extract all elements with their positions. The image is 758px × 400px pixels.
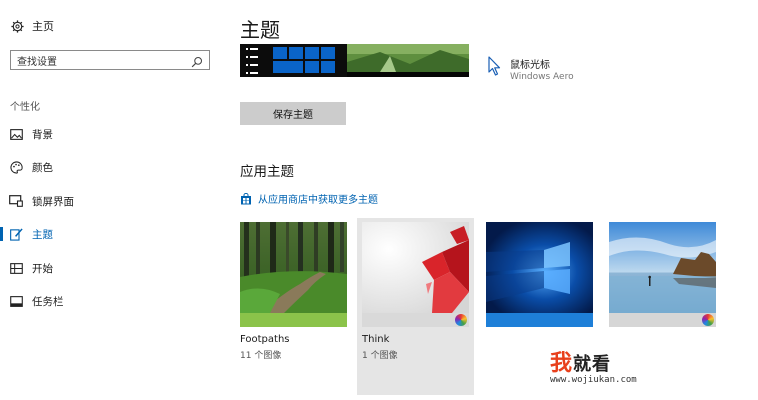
sidebar-item-start[interactable]: 开始 xyxy=(0,257,220,279)
watermark-text: 就看 xyxy=(573,354,612,375)
current-theme-preview[interactable] xyxy=(240,44,469,77)
sidebar-item-lock-screen[interactable]: 锁屏界面 xyxy=(0,190,220,212)
search-input[interactable]: 查找设置 xyxy=(10,50,210,70)
theme-tile-beach[interactable] xyxy=(609,222,716,334)
theme-name: Think xyxy=(362,334,390,345)
store-link-label: 从应用商店中获取更多主题 xyxy=(258,195,378,206)
sidebar-item-colors[interactable]: 颜色 xyxy=(0,156,220,178)
sidebar-item-label: 锁屏界面 xyxy=(32,195,74,208)
mouse-cursor-setting[interactable]: 鼠标光标 Windows Aero xyxy=(488,56,574,82)
watermark-url: www.wojiukan.com xyxy=(550,375,637,385)
theme-accent-bar xyxy=(240,313,347,327)
sidebar-item-label: 任务栏 xyxy=(32,295,64,308)
apply-theme-heading: 应用主题 xyxy=(240,164,294,180)
theme-accent-bar xyxy=(609,313,716,327)
theme-image-count: 1 个图像 xyxy=(362,351,398,361)
theme-tile-footpaths[interactable]: Footpaths 11 个图像 xyxy=(240,222,347,361)
theme-accent-bar xyxy=(362,313,469,327)
cursor-value: Windows Aero xyxy=(510,72,574,82)
theme-thumbnail xyxy=(362,222,469,313)
palette-icon xyxy=(9,160,23,174)
theme-image-count: 11 个图像 xyxy=(240,351,282,361)
theme-thumbnail xyxy=(486,222,593,313)
theme-brush-icon xyxy=(9,227,23,241)
sidebar-item-taskbar[interactable]: 任务栏 xyxy=(0,290,220,312)
store-bag-icon xyxy=(240,192,252,205)
section-personalization: 个性化 xyxy=(10,102,40,113)
lock-screen-icon xyxy=(9,194,23,208)
gear-icon xyxy=(10,19,24,33)
image-icon xyxy=(9,127,23,141)
sidebar-item-themes[interactable]: 主题 xyxy=(0,223,220,245)
start-menu-icon xyxy=(9,261,23,275)
get-more-themes-link[interactable]: 从应用商店中获取更多主题 xyxy=(240,191,378,206)
save-theme-button[interactable]: 保存主题 xyxy=(240,102,346,125)
search-icon[interactable] xyxy=(191,53,205,68)
home-nav-item[interactable]: 主页 xyxy=(10,18,54,34)
sidebar: 主页 查找设置 个性化 背景 颜色 锁屏界面 主题 开始 任务栏 xyxy=(0,0,228,400)
theme-tile-think[interactable]: Think 1 个图像 xyxy=(362,222,469,361)
active-indicator xyxy=(0,227,3,241)
theme-thumbnail xyxy=(240,222,347,313)
theme-thumbnail xyxy=(609,222,716,313)
sidebar-item-label: 颜色 xyxy=(32,161,53,174)
search-placeholder: 查找设置 xyxy=(17,56,57,68)
taskbar-icon xyxy=(9,294,23,308)
watermark: 我就看 www.wojiukan.com xyxy=(550,345,637,385)
home-label: 主页 xyxy=(32,20,54,33)
color-wheel-icon xyxy=(455,314,467,326)
theme-name: Footpaths xyxy=(240,334,290,345)
sidebar-item-background[interactable]: 背景 xyxy=(0,123,220,145)
theme-tile-windows[interactable] xyxy=(486,222,593,334)
page-title: 主题 xyxy=(240,18,280,42)
sidebar-item-label: 开始 xyxy=(32,262,53,275)
sidebar-item-label: 背景 xyxy=(32,128,53,141)
theme-accent-bar xyxy=(486,313,593,327)
cursor-label: 鼠标光标 xyxy=(510,60,550,71)
cursor-arrow-icon xyxy=(488,56,502,82)
sidebar-item-label: 主题 xyxy=(32,228,53,241)
color-wheel-icon xyxy=(702,314,714,326)
watermark-char: 我 xyxy=(550,351,574,376)
